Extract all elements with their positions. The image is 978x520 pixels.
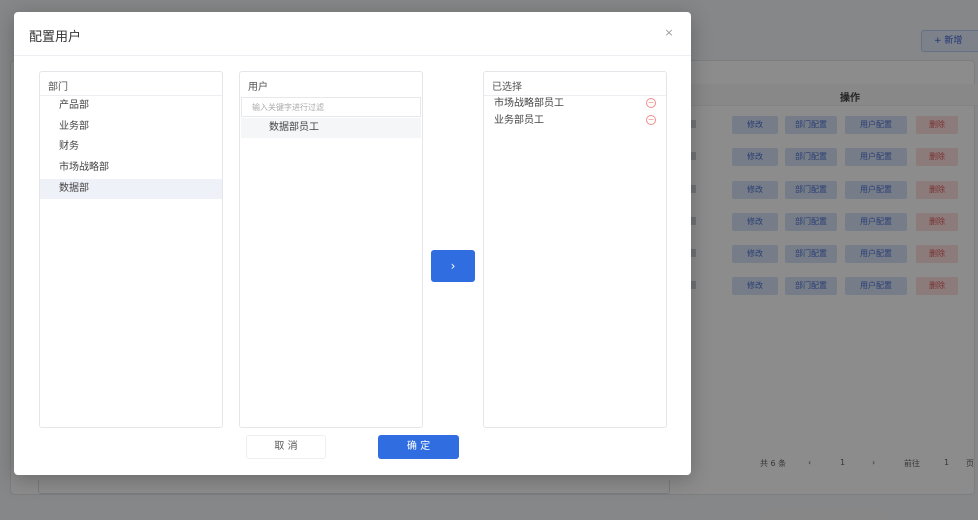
dialog-header: 配置用户 × <box>14 12 691 56</box>
remove-icon[interactable]: − <box>646 98 656 108</box>
configure-users-dialog: 配置用户 × 部门 产品部 业务部 财务 市场战略部 数据部 用户 数据部员工 … <box>14 12 691 475</box>
dialog-title: 配置用户 <box>29 30 82 45</box>
department-panel-title: 部门 <box>48 82 68 93</box>
selected-item: 业务部员工 − <box>484 112 666 129</box>
selected-panel-title: 已选择 <box>492 82 522 93</box>
selected-item-label: 业务部员工 <box>494 115 544 126</box>
selected-panel: 已选择 市场战略部员工 − 业务部员工 − <box>483 71 667 428</box>
department-item[interactable]: 产品部 <box>40 96 222 116</box>
cancel-button[interactable]: 取 消 <box>246 435 326 459</box>
department-item[interactable]: 业务部 <box>40 117 222 137</box>
department-item[interactable]: 市场战略部 <box>40 158 222 178</box>
user-filter-input[interactable] <box>241 97 421 117</box>
department-item[interactable]: 财务 <box>40 137 222 157</box>
confirm-button[interactable]: 确 定 <box>378 435 459 459</box>
user-item[interactable]: 数据部员工 <box>241 118 421 138</box>
chevron-right-icon: › <box>450 259 456 273</box>
remove-icon[interactable]: − <box>646 115 656 125</box>
department-item-selected[interactable]: 数据部 <box>40 179 222 199</box>
selected-item: 市场战略部员工 − <box>484 95 666 112</box>
selected-item-label: 市场战略部员工 <box>494 98 564 109</box>
add-selected-button[interactable]: › <box>431 250 475 282</box>
user-panel: 用户 数据部员工 <box>239 71 423 428</box>
user-panel-title: 用户 <box>248 82 268 93</box>
close-icon[interactable]: × <box>662 26 676 40</box>
department-panel: 部门 产品部 业务部 财务 市场战略部 数据部 <box>39 71 223 428</box>
